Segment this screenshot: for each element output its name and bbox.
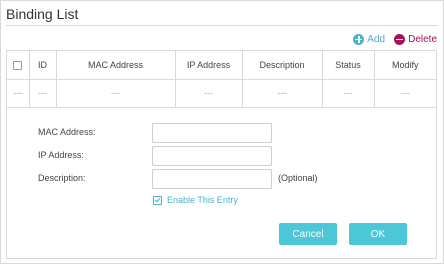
binding-table-container: ID MAC Address IP Address Description St… — [6, 50, 437, 259]
binding-table: ID MAC Address IP Address Description St… — [7, 51, 436, 108]
table-cell: --- — [7, 79, 30, 108]
select-all-cell[interactable] — [7, 51, 30, 80]
checkbox-checked-icon[interactable] — [153, 195, 162, 205]
table-header-row: ID MAC Address IP Address Description St… — [7, 51, 436, 80]
description-row: Description: (Optional) — [7, 169, 436, 189]
ip-address-row: IP Address: — [7, 146, 436, 166]
binding-list-panel: Binding List Add Delete ID MAC Address I… — [0, 0, 444, 264]
description-label: Description: — [38, 173, 86, 183]
mac-address-input[interactable] — [152, 123, 272, 143]
select-all-checkbox[interactable] — [13, 60, 23, 70]
delete-label: Delete — [408, 33, 437, 45]
enable-entry-label: Enable This Entry — [167, 195, 238, 205]
table-cell: --- — [322, 79, 375, 108]
table-cell: --- — [374, 79, 436, 108]
panel-title: Binding List — [6, 6, 79, 22]
column-header-id: ID — [29, 51, 57, 80]
column-header-mac: MAC Address — [56, 51, 176, 80]
column-header-ip: IP Address — [175, 51, 243, 80]
column-header-modify: Modify — [374, 51, 436, 80]
table-cell: --- — [56, 79, 176, 108]
cancel-button[interactable]: Cancel — [279, 223, 337, 245]
delete-button[interactable]: Delete — [394, 33, 437, 45]
description-input[interactable] — [152, 169, 272, 189]
ip-address-input[interactable] — [152, 146, 272, 166]
table-cell: --- — [29, 79, 57, 108]
add-button[interactable]: Add — [353, 33, 386, 45]
plus-circle-icon — [353, 33, 365, 45]
add-label: Add — [367, 33, 386, 45]
table-actions: Add Delete — [353, 32, 437, 46]
column-header-status: Status — [322, 51, 375, 80]
table-cell: --- — [242, 79, 323, 108]
optional-hint: (Optional) — [278, 173, 318, 183]
table-cell: --- — [175, 79, 243, 108]
ip-address-label: IP Address: — [38, 150, 84, 160]
minus-circle-icon — [394, 33, 406, 45]
table-row: --- --- --- --- --- --- --- — [7, 79, 436, 108]
title-divider — [6, 25, 438, 26]
column-header-description: Description — [242, 51, 323, 80]
ok-button[interactable]: OK — [349, 223, 407, 245]
mac-address-label: MAC Address: — [38, 127, 96, 137]
mac-address-row: MAC Address: — [7, 123, 436, 143]
enable-entry-checkbox[interactable]: Enable This Entry — [153, 195, 238, 205]
